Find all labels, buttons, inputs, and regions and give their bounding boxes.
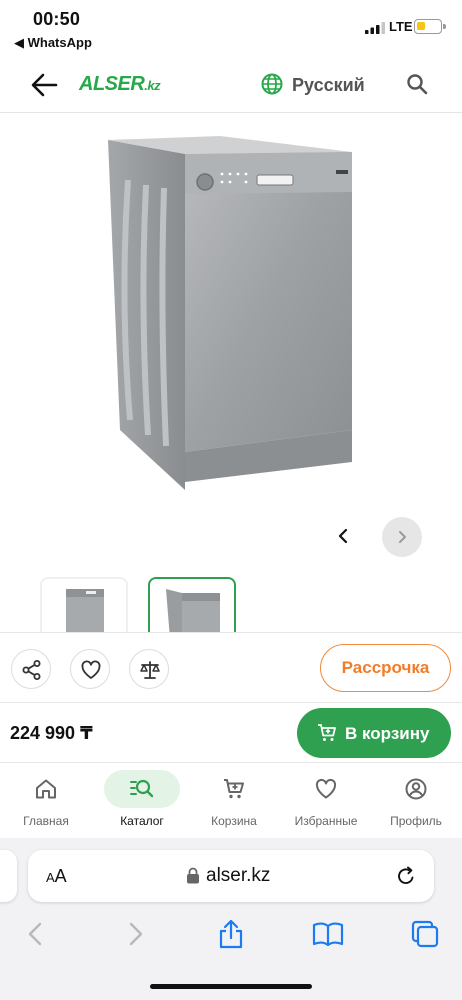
text-size-large: A: [54, 866, 67, 886]
gallery-thumbnail[interactable]: [40, 577, 128, 637]
signal-icon: [365, 22, 385, 34]
bookmarks-icon[interactable]: [312, 918, 344, 950]
gallery-thumbnail-active[interactable]: [148, 577, 236, 637]
browser-forward-icon[interactable]: [119, 918, 151, 950]
nav-item-profile[interactable]: Профиль: [370, 763, 462, 839]
heart-icon: [81, 660, 101, 679]
lock-icon: [187, 867, 199, 884]
nav-label: Профиль: [390, 814, 442, 828]
product-price: 224 990 ₸: [10, 723, 93, 743]
back-arrow-icon[interactable]: [30, 72, 58, 98]
address-bar[interactable]: AA alser.kz: [28, 850, 434, 902]
favorite-button[interactable]: [70, 649, 110, 689]
header-divider: [0, 112, 462, 113]
product-image: [108, 136, 352, 490]
add-to-cart-label: В корзину: [345, 724, 430, 743]
back-to-app-link[interactable]: ◀ WhatsApp: [14, 35, 92, 51]
catalog-search-icon: [130, 779, 154, 798]
site-header: ALSER.kz Русский: [0, 60, 462, 112]
language-selector[interactable]: Русский: [292, 75, 365, 96]
scales-icon: [140, 661, 160, 679]
browser-back-icon[interactable]: [20, 918, 52, 950]
battery-icon: [414, 19, 446, 34]
nav-item-catalog[interactable]: Каталог: [92, 763, 184, 839]
reload-icon[interactable]: [395, 865, 417, 887]
nav-item-cart[interactable]: Корзина: [188, 763, 280, 839]
network-type: LTE: [389, 19, 413, 34]
tabs-icon[interactable]: [409, 918, 441, 950]
globe-icon[interactable]: [261, 73, 283, 95]
share-button[interactable]: [11, 649, 51, 689]
add-to-cart-button[interactable]: В корзину: [297, 708, 451, 758]
status-time: 00:50: [33, 9, 81, 29]
share-icon: [22, 660, 41, 680]
site-logo[interactable]: ALSER.kz: [79, 73, 161, 96]
url-host: alser.kz: [206, 865, 271, 886]
gallery-next-button[interactable]: [382, 517, 422, 557]
status-bar: 00:50 ◀ WhatsApp LTE: [0, 0, 462, 56]
text-size-small: A: [46, 870, 55, 885]
previous-tab-edge[interactable]: [0, 850, 17, 902]
nav-label: Корзина: [211, 814, 257, 828]
product-actions: Рассрочка: [0, 632, 462, 702]
logo-main: ALSER: [79, 73, 145, 95]
home-icon: [36, 779, 56, 799]
thumbnail-image: [66, 589, 104, 637]
bottom-navigation: Главная Каталог Корзина Избранные Профил…: [0, 762, 462, 838]
thumbnail-image: [166, 589, 220, 637]
browser-toolbar: AA alser.kz: [0, 838, 462, 1000]
heart-icon: [315, 779, 337, 799]
installment-button[interactable]: Рассрочка: [320, 644, 451, 692]
nav-item-home[interactable]: Главная: [0, 763, 92, 839]
share-sheet-icon[interactable]: [215, 918, 247, 950]
logo-suffix: .kz: [144, 78, 161, 93]
cart-plus-icon: [318, 724, 336, 741]
profile-icon: [405, 778, 427, 800]
nav-item-favorites[interactable]: Избранные: [280, 763, 372, 839]
cart-icon: [224, 779, 244, 799]
text-size-button[interactable]: AA: [46, 866, 67, 887]
home-indicator: [150, 984, 312, 989]
nav-label: Избранные: [294, 814, 358, 828]
gallery-prev-icon[interactable]: [331, 524, 355, 548]
search-icon[interactable]: [405, 72, 429, 96]
nav-label: Каталог: [120, 814, 164, 828]
purchase-bar: 224 990 ₸ В корзину: [0, 702, 462, 762]
chevron-right-icon: [399, 531, 406, 543]
compare-button[interactable]: [129, 649, 169, 689]
nav-label: Главная: [23, 814, 69, 828]
